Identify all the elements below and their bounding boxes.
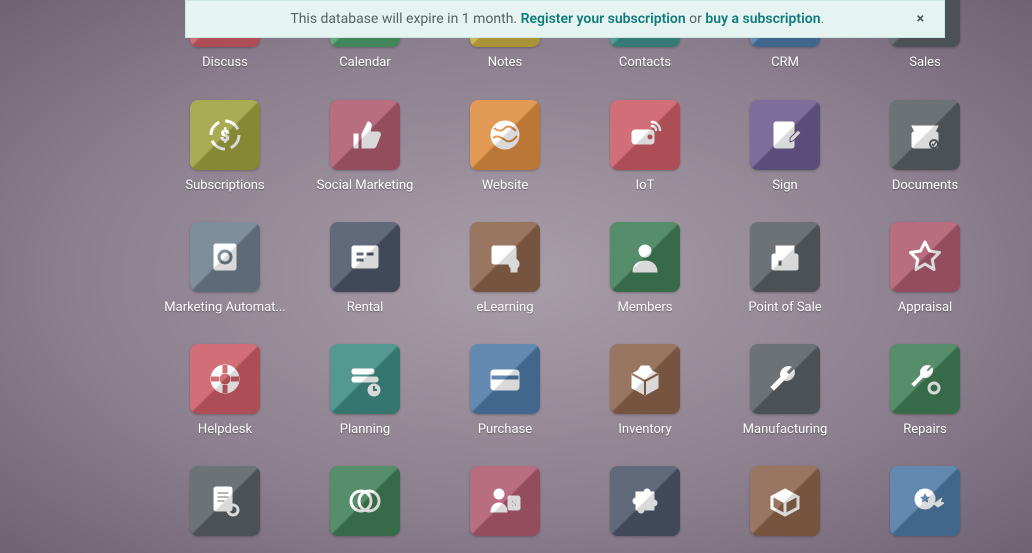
app-label: Subscriptions — [185, 178, 264, 193]
app-sign[interactable]: Sign — [715, 100, 855, 193]
app-open[interactable] — [715, 466, 855, 544]
app-ribbon[interactable] — [855, 466, 995, 544]
pos-icon — [750, 222, 820, 292]
subscription-icon — [190, 100, 260, 170]
register-subscription-link[interactable]: Register your subscription — [521, 11, 686, 27]
app-label: Members — [618, 300, 673, 315]
globe-icon — [470, 100, 540, 170]
app-venn[interactable] — [295, 466, 435, 544]
app-label: Calendar — [339, 55, 391, 70]
app-website[interactable]: Website — [435, 100, 575, 193]
documents-icon — [890, 100, 960, 170]
app-label: Point of Sale — [748, 300, 821, 315]
app-point-of-sale[interactable]: Point of Sale — [715, 222, 855, 315]
app-label: Documents — [892, 178, 958, 193]
app-label: Helpdesk — [198, 422, 252, 437]
rental-icon — [330, 222, 400, 292]
elearning-icon — [470, 222, 540, 292]
close-icon[interactable]: × — [913, 11, 928, 27]
buy-subscription-link[interactable]: buy a subscription — [705, 11, 820, 27]
app-documents[interactable]: Documents — [855, 100, 995, 193]
app-label: Website — [482, 178, 529, 193]
payroll-icon — [470, 466, 540, 536]
app-label: Purchase — [478, 422, 532, 437]
app-label: CRM — [771, 55, 799, 70]
user-icon — [610, 222, 680, 292]
app-label: Sales — [909, 55, 941, 70]
app-label: Notes — [488, 55, 523, 70]
app-manufacturing[interactable]: Manufacturing — [715, 344, 855, 437]
app-label: Sign — [772, 178, 797, 193]
app-label: Rental — [347, 300, 384, 315]
puzzle-icon — [610, 466, 680, 536]
app-elearning[interactable]: eLearning — [435, 222, 575, 315]
star-icon — [890, 222, 960, 292]
plan-icon — [330, 344, 400, 414]
app-label: Planning — [340, 422, 390, 437]
app-label: Discuss — [202, 55, 248, 70]
banner-message: This database will expire in 1 month. Re… — [202, 11, 913, 27]
app-iot[interactable]: IoT — [575, 100, 715, 193]
sign-icon — [750, 100, 820, 170]
app-label: Manufacturing — [743, 422, 828, 437]
docgear-icon — [190, 466, 260, 536]
banner-text: This database will expire in 1 month. — [290, 11, 520, 27]
app-label: Social Marketing — [317, 178, 414, 193]
app-payroll[interactable] — [435, 466, 575, 544]
venn-icon — [330, 466, 400, 536]
card-icon — [470, 344, 540, 414]
box-icon — [610, 344, 680, 414]
app-planning[interactable]: Planning — [295, 344, 435, 437]
app-purchase[interactable]: Purchase — [435, 344, 575, 437]
app-appraisal[interactable]: Appraisal — [855, 222, 995, 315]
life-icon — [190, 344, 260, 414]
open-icon — [750, 466, 820, 536]
thumb-icon — [330, 100, 400, 170]
app-label: Appraisal — [898, 300, 952, 315]
wrenchgear-icon — [890, 344, 960, 414]
app-label: Repairs — [903, 422, 947, 437]
app-social-marketing[interactable]: Social Marketing — [295, 100, 435, 193]
ribbon-icon — [890, 466, 960, 536]
app-subscriptions[interactable]: Subscriptions — [155, 100, 295, 193]
app-repairs[interactable]: Repairs — [855, 344, 995, 437]
app-label: Marketing Automat... — [164, 300, 285, 315]
app-label: Contacts — [619, 55, 671, 70]
app-marketing-automat-[interactable]: Marketing Automat... — [155, 222, 295, 315]
app-label: eLearning — [476, 300, 533, 315]
app-puzzle[interactable] — [575, 466, 715, 544]
banner-text: . — [821, 11, 825, 27]
geardoc-icon — [190, 222, 260, 292]
app-inventory[interactable]: Inventory — [575, 344, 715, 437]
app-docgear[interactable] — [155, 466, 295, 544]
subscription-banner: This database will expire in 1 month. Re… — [185, 0, 945, 38]
app-label: Inventory — [618, 422, 671, 437]
app-label: IoT — [636, 178, 655, 193]
banner-text: or — [686, 11, 706, 27]
app-members[interactable]: Members — [575, 222, 715, 315]
app-helpdesk[interactable]: Helpdesk — [155, 344, 295, 437]
iot-icon — [610, 100, 680, 170]
app-rental[interactable]: Rental — [295, 222, 435, 315]
wrench-icon — [750, 344, 820, 414]
